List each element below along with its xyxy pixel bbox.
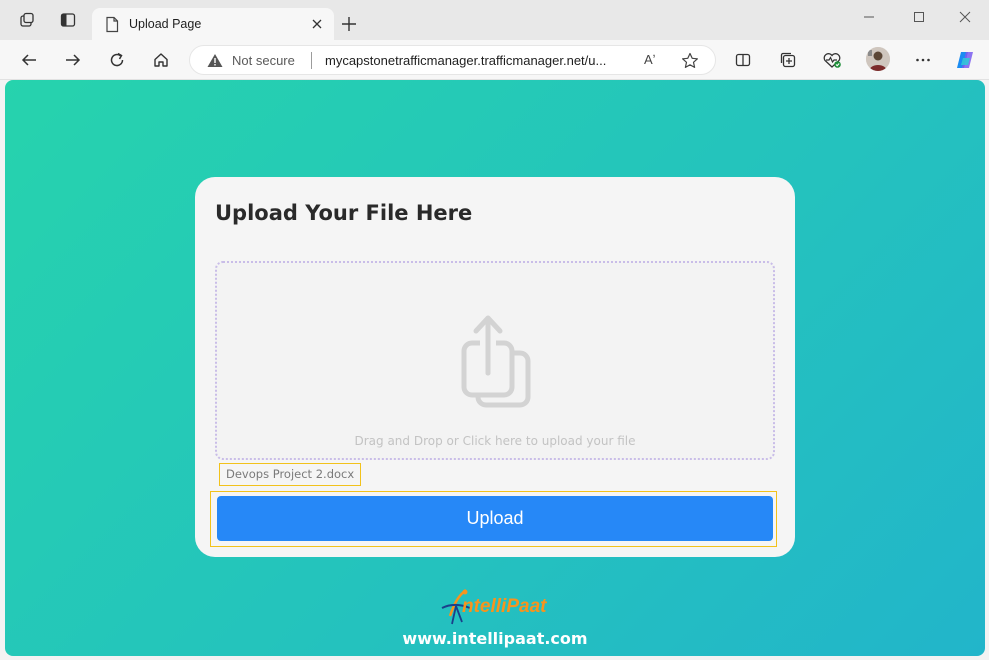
page-viewport: Upload Your File Here Drag and Drop or C… [5,80,985,656]
home-icon[interactable] [150,49,172,71]
read-aloud-icon[interactable]: Aʼ [644,52,662,70]
upload-button[interactable]: Upload [217,496,773,541]
close-window-icon[interactable] [954,6,976,28]
upload-icon [461,315,531,408]
browser-tab[interactable]: Upload Page [92,8,334,41]
back-icon[interactable] [18,49,40,71]
new-tab-icon[interactable] [339,14,359,34]
workspaces-icon[interactable] [17,10,37,30]
refresh-icon[interactable] [106,49,128,71]
warning-icon[interactable] [207,53,223,68]
security-status[interactable]: Not secure [232,53,295,68]
upload-card: Upload Your File Here Drag and Drop or C… [195,177,795,557]
more-options-icon[interactable] [912,49,934,71]
file-drop-zone[interactable]: Drag and Drop or Click here to upload yo… [215,261,775,460]
browser-toolbar: Not secure mycapstonetrafficmanager.traf… [0,40,989,80]
drop-instructions: Drag and Drop or Click here to upload yo… [354,434,636,448]
tab-title: Upload Page [129,17,202,31]
close-tab-icon[interactable] [308,15,326,33]
address-divider [311,52,312,69]
split-screen-icon[interactable] [732,49,754,71]
url-text[interactable]: mycapstonetrafficmanager.trafficmanager.… [325,53,631,68]
intellipaat-logo[interactable]: ntelliPaat [440,586,552,626]
page-icon [106,16,119,33]
favorite-star-icon[interactable] [680,51,700,71]
page-title: Upload Your File Here [215,201,473,225]
footer-url[interactable]: www.intellipaat.com [5,629,985,648]
address-bar[interactable]: Not secure mycapstonetrafficmanager.traf… [189,45,716,75]
maximize-icon[interactable] [908,6,930,28]
copilot-icon[interactable] [954,49,976,71]
vertical-tabs-icon[interactable] [58,10,78,30]
forward-icon[interactable] [62,49,84,71]
browser-essentials-icon[interactable] [821,49,843,71]
minimize-icon[interactable] [858,6,880,28]
collections-icon[interactable] [777,49,799,71]
selected-file-name: Devops Project 2.docx [219,463,362,486]
logo-text: ntelliPaat [462,596,547,617]
profile-avatar[interactable] [866,47,890,71]
title-bar: Upload Page [0,0,989,41]
